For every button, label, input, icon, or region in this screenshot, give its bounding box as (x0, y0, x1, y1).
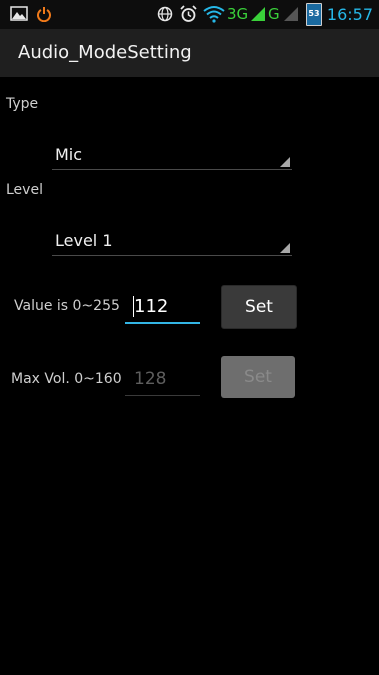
power-icon (37, 7, 51, 22)
type-spinner-value: Mic (55, 145, 83, 164)
type-spinner[interactable]: Mic (52, 139, 292, 170)
value-set-button[interactable]: Set (221, 285, 297, 329)
signal-icon (284, 7, 298, 21)
level-spinner[interactable]: Level 1 (52, 225, 292, 256)
status-bar: 3G G 53 16:57 (0, 0, 379, 29)
max-vol-input[interactable]: 128 (125, 361, 200, 396)
network-3g-label: 3G (227, 5, 249, 23)
level-spinner-value: Level 1 (55, 231, 113, 250)
action-bar: Audio_ModeSetting (0, 29, 379, 77)
wifi-icon (203, 6, 225, 23)
max-vol-input-text: 128 (134, 369, 167, 389)
image-icon (10, 6, 28, 21)
max-vol-set-button[interactable]: Set (221, 356, 295, 398)
level-label: Level (6, 182, 43, 198)
value-input-text: 112 (134, 296, 169, 317)
page-title: Audio_ModeSetting (18, 42, 192, 63)
dropdown-arrow-icon (280, 157, 290, 167)
value-range-label: Value is 0~255 (14, 298, 120, 314)
alarm-icon (180, 5, 197, 22)
value-input[interactable]: 112 (125, 288, 200, 324)
dropdown-arrow-icon (280, 243, 290, 253)
clock: 16:57 (326, 5, 373, 24)
network-g-label: G (268, 5, 280, 23)
battery-icon: 53 (306, 3, 322, 26)
signal-icon (251, 7, 265, 21)
battery-level: 53 (308, 9, 320, 18)
max-vol-range-label: Max Vol. 0~160 (11, 371, 122, 387)
type-label: Type (6, 96, 39, 112)
globe-icon (157, 6, 173, 22)
